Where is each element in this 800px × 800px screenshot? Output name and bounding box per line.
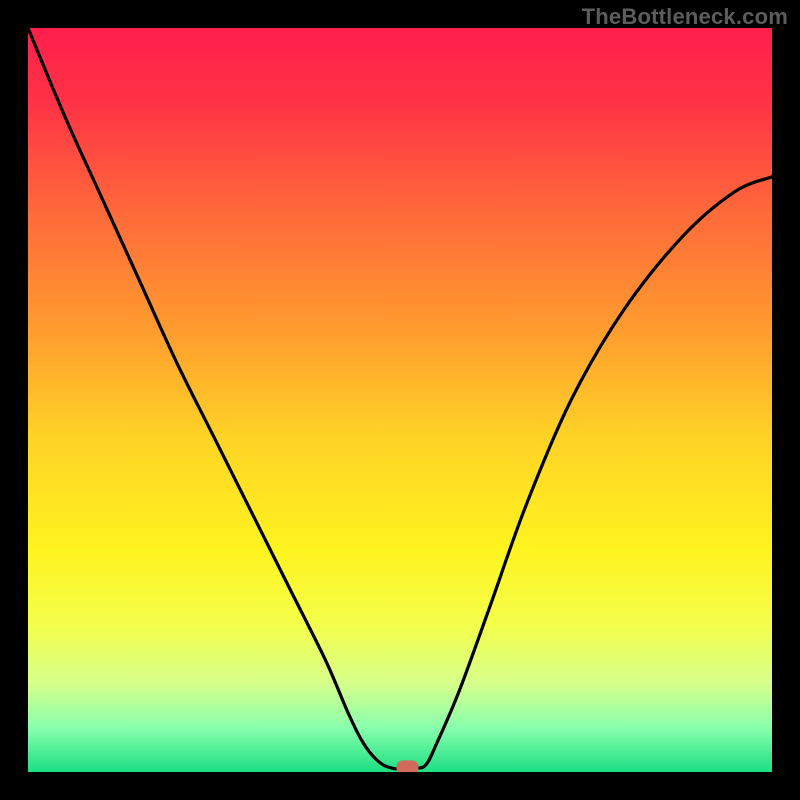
watermark-text: TheBottleneck.com [582,4,788,30]
plot-area [28,28,772,772]
chart-background [28,28,772,772]
chart-svg [28,28,772,772]
optimum-marker [396,761,418,772]
chart-frame: TheBottleneck.com [0,0,800,800]
